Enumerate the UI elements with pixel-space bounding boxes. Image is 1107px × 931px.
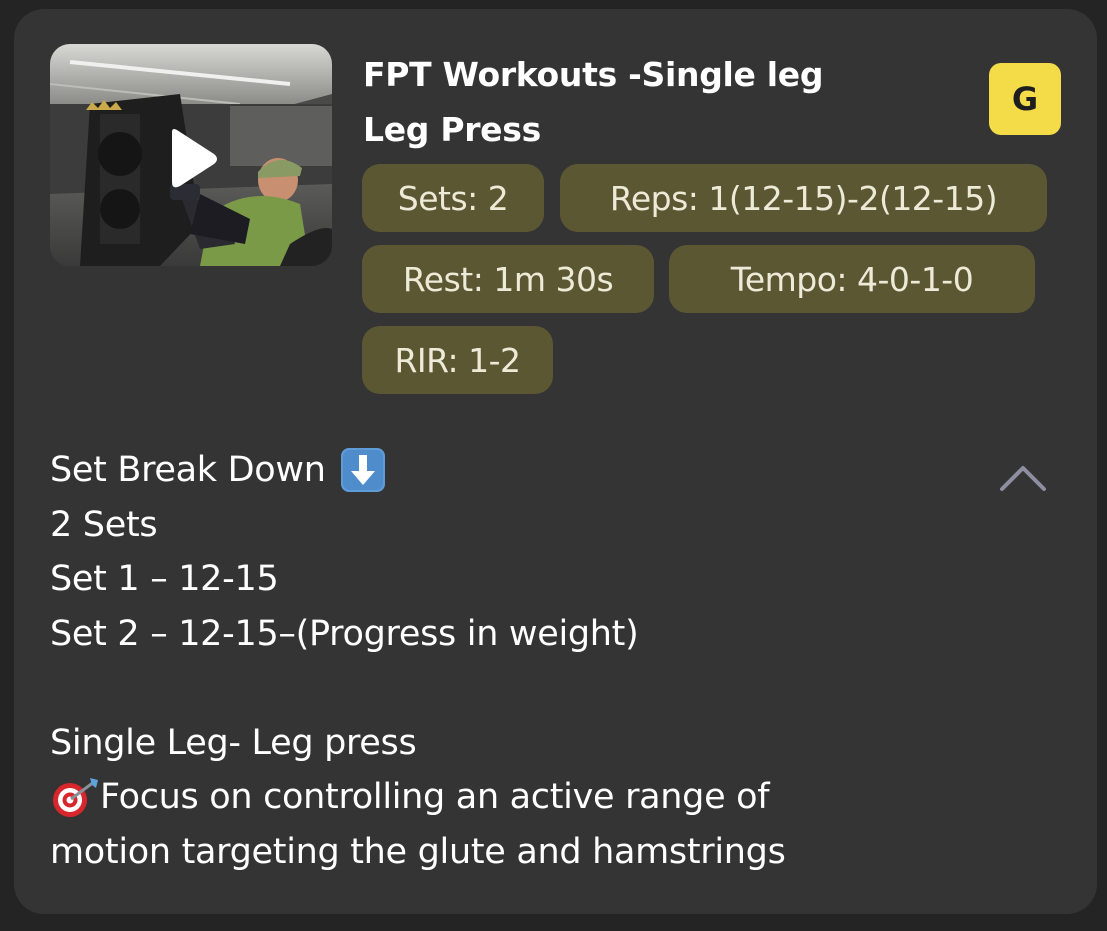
- reps-chip: Reps: 1(12-15)-2(12-15): [560, 164, 1047, 232]
- video-thumbnail[interactable]: [50, 44, 332, 266]
- description-line: motion targeting the glute and hamstring…: [50, 831, 786, 872]
- description-line: 2 Sets: [50, 504, 158, 545]
- title-line-1: FPT Workouts -Single leg: [363, 55, 824, 94]
- sets-chip: Sets: 2: [362, 164, 544, 232]
- target-emoji-icon: [53, 778, 98, 818]
- description-line: Set 1 – 12-15: [50, 559, 279, 599]
- rir-chip: RIR: 1-2: [362, 326, 553, 394]
- tempo-chip: Tempo: 4-0-1-0: [669, 245, 1035, 313]
- g-badge[interactable]: G: [989, 63, 1061, 135]
- chevron-up-icon[interactable]: [994, 459, 1052, 499]
- rest-chip: Rest: 1m 30s: [362, 245, 654, 313]
- description-line: Set 2 – 12-15–(Progress in weight): [50, 613, 639, 654]
- focus-line: Focus on controlling an active range of: [50, 770, 950, 825]
- title-line-2: Leg Press: [363, 110, 541, 149]
- exercise-card: FPT Workouts -Single leg Leg Press G Set…: [14, 9, 1097, 914]
- exercise-title: FPT Workouts -Single leg Leg Press: [363, 47, 923, 157]
- down-arrow-emoji-icon: [340, 448, 385, 493]
- description-line: Single Leg- Leg press: [50, 722, 417, 763]
- heading-text: Set Break Down: [50, 450, 326, 490]
- description-heading: Set Break Down: [50, 443, 950, 498]
- focus-text: Focus on controlling an active range of: [100, 777, 770, 817]
- exercise-description: Set Break Down 2 Sets Set 1 – 12-15 Set …: [50, 443, 950, 879]
- gym-photo: [50, 44, 332, 266]
